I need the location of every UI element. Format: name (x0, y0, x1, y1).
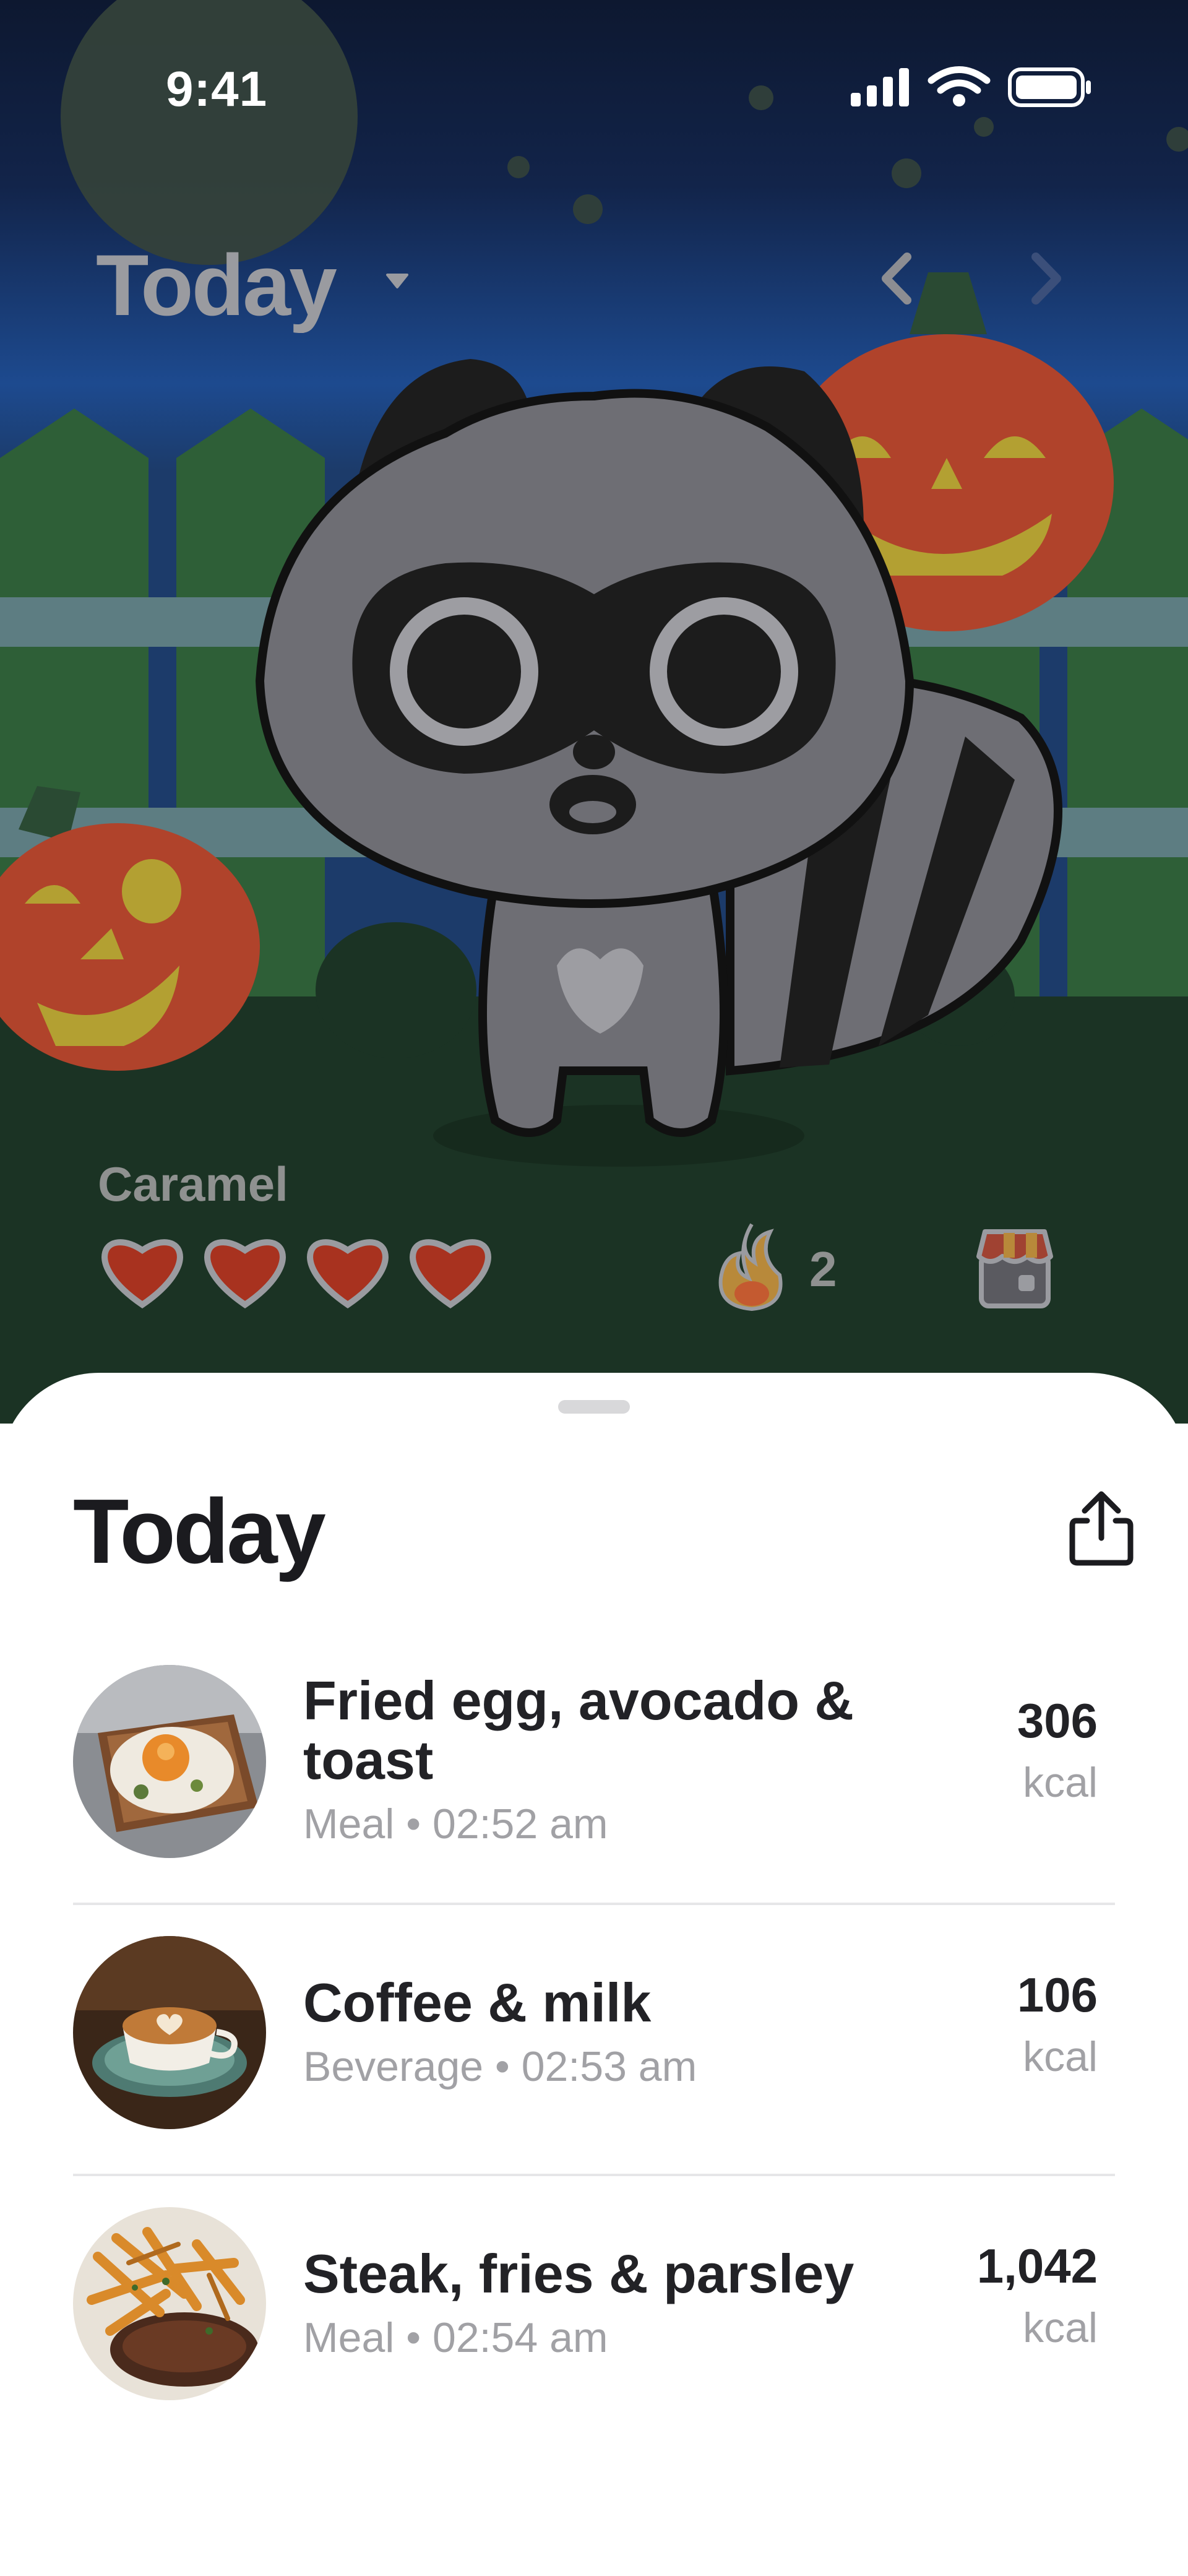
streak-count: 2 (809, 1242, 837, 1297)
pet-scene: 9:41 Today Caramel 2 (0, 0, 1188, 1424)
food-log-row[interactable]: Coffee & milk Beverage • 02:53 am 106 kc… (73, 1905, 1115, 2176)
food-time: 02:54 am (433, 2314, 608, 2361)
chevron-left-icon[interactable] (872, 251, 922, 306)
fried-egg-toast-photo (73, 1665, 266, 1858)
food-name: Steak, fries & parsley (303, 2243, 854, 2304)
latte-photo (73, 1936, 266, 2129)
header-title[interactable]: Today (96, 235, 337, 335)
share-icon[interactable] (1067, 1489, 1135, 1569)
food-meta: Meal • 02:54 am (303, 2314, 947, 2362)
status-icons (848, 62, 1095, 115)
calories: 1,042 kcal (977, 2235, 1098, 2359)
food-category: Meal (303, 2314, 395, 2361)
calories-value: 306 (1017, 1693, 1098, 1748)
food-meta: Meal • 02:52 am (303, 1800, 947, 1848)
calories-value: 1,042 (976, 2239, 1098, 2293)
signal-wifi-battery-icon (851, 66, 1091, 107)
calories: 306 kcal (1017, 1690, 1098, 1813)
steak-fries-image (73, 2207, 266, 2400)
heart-icon (101, 1239, 183, 1309)
chevron-right-icon[interactable] (1021, 251, 1070, 306)
meta-separator: • (406, 1800, 421, 1848)
status-time: 9:41 (165, 61, 268, 116)
flame-icon[interactable] (712, 1219, 792, 1312)
heart-icon (204, 1239, 286, 1309)
food-category: Beverage (303, 2043, 484, 2090)
health-hearts (99, 1232, 494, 1310)
fried-egg-toast-image (73, 1665, 266, 1858)
food-name: Fried egg, avocado & toast (303, 1670, 854, 1791)
meta-separator: • (406, 2314, 421, 2361)
sheet-title: Today (73, 1480, 326, 1583)
food-log-list: Fried egg, avocado & toast Meal • 02:52 … (73, 1634, 1115, 2445)
food-name: Coffee & milk (303, 1972, 652, 2033)
calories-unit: kcal (1023, 1759, 1098, 1806)
food-meta: Beverage • 02:53 am (303, 2042, 947, 2091)
pet-name: Caramel (98, 1157, 288, 1211)
steak-fries-photo (73, 2207, 266, 2400)
calories-unit: kcal (1023, 2304, 1098, 2351)
latte-image (73, 1936, 266, 2129)
food-log-row[interactable]: Steak, fries & parsley Meal • 02:54 am 1… (73, 2176, 1115, 2445)
calories-value: 106 (1017, 1968, 1098, 2022)
heart-icon (307, 1239, 389, 1309)
heart-icon (410, 1239, 491, 1309)
food-time: 02:52 am (433, 1800, 608, 1848)
chevron-down-icon[interactable] (385, 272, 410, 291)
shop-icon[interactable] (971, 1225, 1058, 1312)
food-category: Meal (303, 1800, 395, 1848)
meta-separator: • (495, 2043, 510, 2090)
food-time: 02:53 am (521, 2043, 697, 2090)
calories-unit: kcal (1023, 2033, 1098, 2080)
calories: 106 kcal (1017, 1964, 1098, 2088)
food-log-row[interactable]: Fried egg, avocado & toast Meal • 02:52 … (73, 1634, 1115, 1905)
sheet-grabber[interactable] (558, 1400, 630, 1414)
